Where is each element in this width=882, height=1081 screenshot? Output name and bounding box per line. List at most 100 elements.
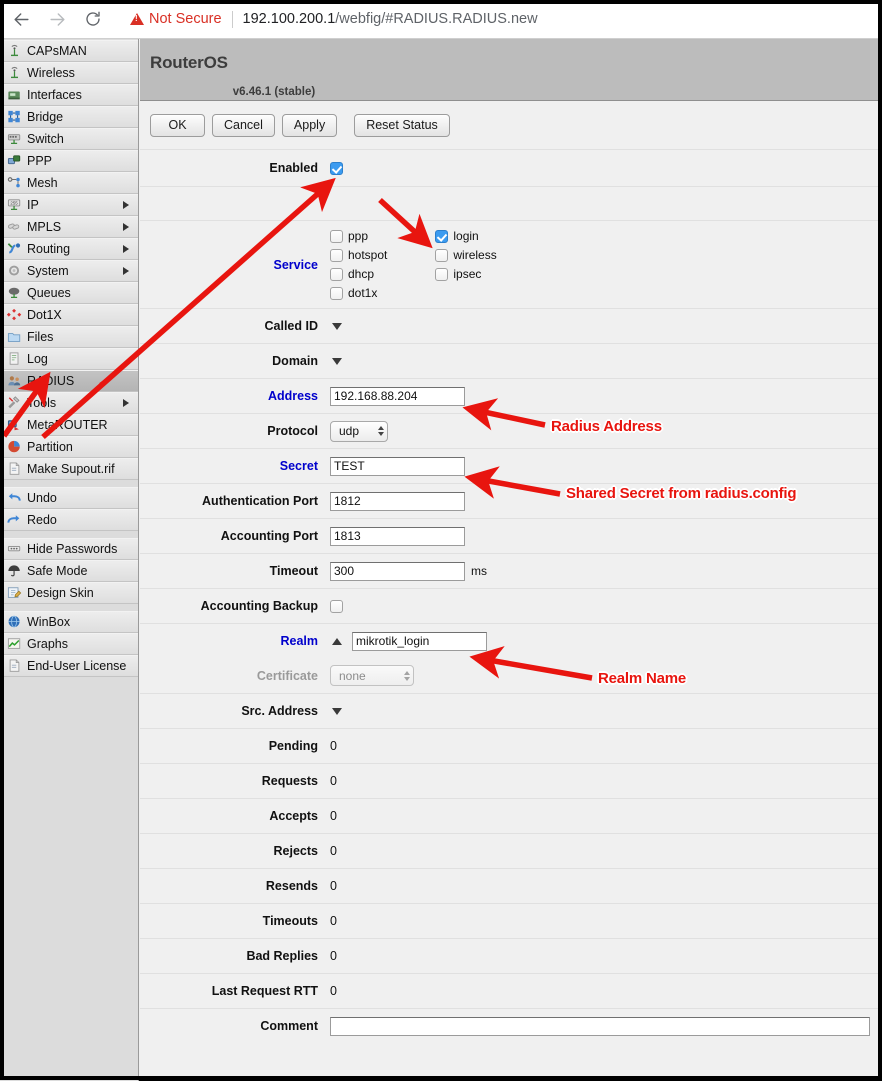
auth-port-input[interactable] <box>330 491 465 511</box>
login-checkbox[interactable] <box>435 229 449 243</box>
hotspot-checkbox[interactable] <box>330 248 343 262</box>
sidebar-item-label: Queues <box>27 286 71 300</box>
version-label: v6.46.1 (stable) <box>232 86 316 98</box>
security-indicator[interactable]: Not Secure <box>130 11 222 27</box>
stepper-icon <box>404 670 410 681</box>
address-bar[interactable]: Not Secure 192.100.200.1/webfig/#RADIUS.… <box>118 4 882 34</box>
antenna-icon <box>7 44 22 58</box>
sidebar-item-system[interactable]: System <box>0 260 138 282</box>
sidebar-item-dot1x[interactable]: Dot1X <box>0 304 138 326</box>
back-button[interactable] <box>6 4 36 34</box>
protocol-value: udp <box>339 424 360 438</box>
dot1x-checkbox[interactable] <box>330 286 343 300</box>
address-input[interactable] <box>330 386 465 406</box>
sidebar-item-interfaces[interactable]: Interfaces <box>0 84 138 106</box>
sidebar-item-end-user-license[interactable]: End-User License <box>0 655 138 677</box>
service-item-login[interactable]: login <box>435 229 496 243</box>
sidebar-group-separator <box>0 531 138 538</box>
document-icon <box>7 659 22 673</box>
stat-label: Rejects <box>273 844 318 858</box>
protocol-select[interactable]: udp <box>330 420 388 442</box>
sidebar-item-bridge[interactable]: Bridge <box>0 106 138 128</box>
sidebar-item-design-skin[interactable]: Design Skin <box>0 582 138 604</box>
sidebar-item-hide-passwords[interactable]: Hide Passwords <box>0 538 138 560</box>
reload-button[interactable] <box>78 4 108 34</box>
realm-collapse-icon[interactable] <box>332 637 342 645</box>
dhcp-label: dhcp <box>348 267 375 281</box>
sidebar-item-ppp[interactable]: PPP <box>0 150 138 172</box>
stat-label: Last Request RTT <box>211 984 318 998</box>
annotation-label: Radius Address <box>551 418 662 435</box>
sidebar-item-files[interactable]: Files <box>0 326 138 348</box>
ipsec-checkbox[interactable] <box>435 267 449 281</box>
dhcp-checkbox[interactable] <box>330 267 343 281</box>
service-item-dot1x[interactable]: dot1x <box>330 286 387 300</box>
secret-input[interactable] <box>330 456 465 476</box>
service-item-ppp[interactable]: ppp <box>330 229 387 243</box>
reset-status-button[interactable]: Reset Status <box>354 113 450 137</box>
sidebar-item-capsman[interactable]: CAPsMAN <box>0 40 138 62</box>
row-enabled: Enabled <box>140 149 882 186</box>
ppp-checkbox[interactable] <box>330 229 343 243</box>
sidebar-item-graphs[interactable]: Graphs <box>0 633 138 655</box>
sidebar-item-mpls[interactable]: MPLS <box>0 216 138 238</box>
row-secret: Secret <box>140 448 882 483</box>
sidebar-item-label: Redo <box>27 513 57 527</box>
sidebar-item-tools[interactable]: Tools <box>0 392 138 414</box>
sidebar-item-label: MetaROUTER <box>27 418 108 432</box>
ipsec-label: ipsec <box>453 267 482 281</box>
sidebar-item-redo[interactable]: Redo <box>0 509 138 531</box>
content-area: RouterOS v6.46.1 (stable) OK Cancel Appl… <box>140 39 882 1080</box>
row-stat: Last Request RTT 0 <box>140 973 882 1008</box>
annotation-label: Shared Secret from radius.config <box>566 485 797 502</box>
acct-port-label: Accounting Port <box>220 529 318 543</box>
enabled-checkbox[interactable] <box>330 161 343 175</box>
timeout-input[interactable] <box>330 561 465 581</box>
forward-button[interactable] <box>42 4 72 34</box>
domain-expand-icon[interactable] <box>332 357 342 365</box>
sidebar-item-log[interactable]: Log <box>0 348 138 370</box>
sidebar-item-undo[interactable]: Undo <box>0 487 138 509</box>
warning-triangle-icon <box>130 13 144 25</box>
stat-label: Resends <box>265 879 318 893</box>
acct-port-input[interactable] <box>330 526 465 546</box>
sidebar-item-metarouter[interactable]: MetaROUTER <box>0 414 138 436</box>
service-item-dhcp[interactable]: dhcp <box>330 267 387 281</box>
comment-input[interactable] <box>330 1016 870 1036</box>
sidebar-item-make-supout-rif[interactable]: Make Supout.rif <box>0 458 138 480</box>
service-item-wireless[interactable]: wireless <box>435 248 497 262</box>
cancel-button[interactable]: Cancel <box>212 113 275 137</box>
sidebar-item-partition[interactable]: Partition <box>0 436 138 458</box>
gear-icon <box>7 264 22 278</box>
sidebar-item-safe-mode[interactable]: Safe Mode <box>0 560 138 582</box>
row-stat: Bad Replies 0 <box>140 938 882 973</box>
service-item-hotspot[interactable]: hotspot <box>330 248 387 262</box>
sidebar-item-ip[interactable]: 255 IP <box>0 194 138 216</box>
sidebar-item-label: End-User License <box>27 659 127 673</box>
realm-label: Realm <box>280 634 318 648</box>
row-acct-port: Accounting Port <box>140 518 882 553</box>
row-stat: Accepts 0 <box>140 798 882 833</box>
stat-value: 0 <box>330 844 337 858</box>
sidebar-item-switch[interactable]: Switch <box>0 128 138 150</box>
realm-input[interactable] <box>352 631 487 651</box>
wireless-checkbox[interactable] <box>435 248 449 262</box>
sidebar-item-wireless[interactable]: Wireless <box>0 62 138 84</box>
row-called-id: Called ID <box>140 308 882 343</box>
accounting-backup-checkbox[interactable] <box>330 599 343 613</box>
apply-button[interactable]: Apply <box>281 113 338 137</box>
sidebar-item-radius[interactable]: RADIUS <box>0 370 138 392</box>
dot1x-icon <box>7 308 22 322</box>
svg-text:255: 255 <box>10 201 18 206</box>
called-id-expand-icon[interactable] <box>332 322 342 330</box>
row-stat: Pending 0 <box>140 728 882 763</box>
sidebar-item-routing[interactable]: Routing <box>0 238 138 260</box>
service-item-ipsec[interactable]: ipsec <box>435 267 496 281</box>
src-address-expand-icon[interactable] <box>332 707 342 715</box>
sidebar-item-queues[interactable]: Queues <box>0 282 138 304</box>
sidebar-item-mesh[interactable]: Mesh <box>0 172 138 194</box>
mpls-icon <box>7 220 22 234</box>
certificate-select[interactable]: none <box>330 665 414 686</box>
ok-button[interactable]: OK <box>150 113 205 137</box>
sidebar-item-winbox[interactable]: WinBox <box>0 611 138 633</box>
